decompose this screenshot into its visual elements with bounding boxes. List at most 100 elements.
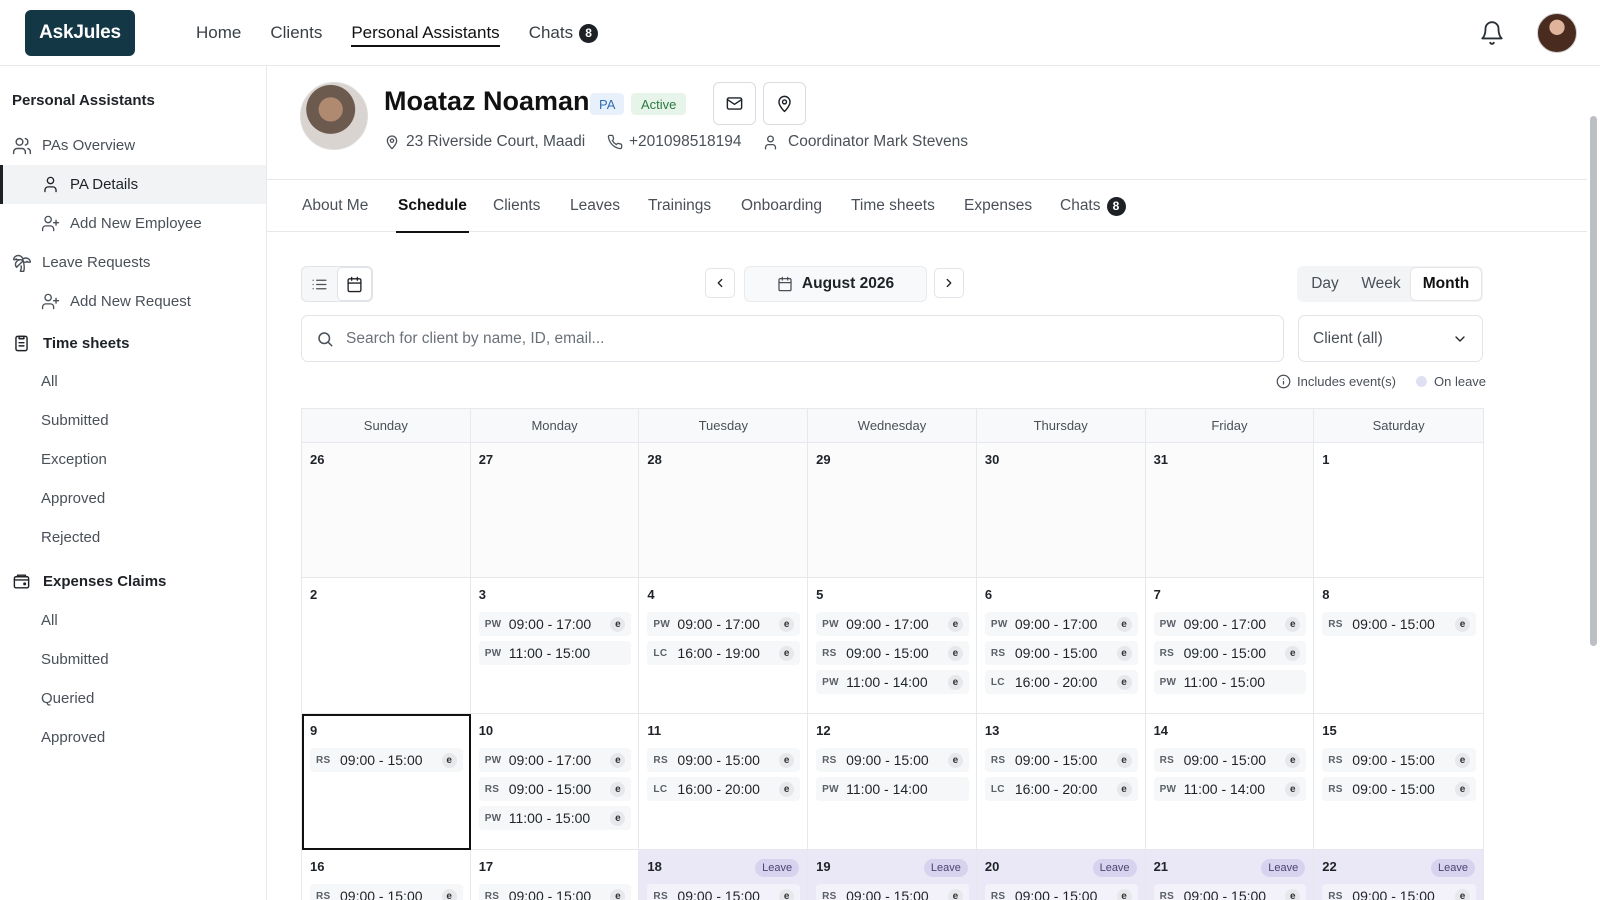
app-logo[interactable]: AskJules [25,10,135,56]
calendar-day[interactable]: 19 Leave RS 09:00 - 15:00 e [808,850,977,900]
tab-chats[interactable]: Chats 8 [1060,180,1126,232]
schedule-event[interactable]: LC 16:00 - 20:00 e [984,777,1138,801]
calendar-view-button[interactable] [337,267,372,301]
schedule-event[interactable]: PW 09:00 - 17:00 e [478,612,632,636]
calendar-day[interactable]: 30 [976,443,1146,578]
sidebar-item-add-new-employee[interactable]: Add New Employee [0,204,266,243]
nav-clients[interactable]: Clients [270,0,322,66]
sidebar-item-timesheets-all[interactable]: All [0,362,266,401]
calendar-day[interactable]: 31 [1145,443,1315,578]
schedule-event[interactable]: LC 16:00 - 20:00 e [984,670,1138,694]
schedule-event[interactable]: RS 09:00 - 15:00 e [1322,748,1476,772]
schedule-event[interactable]: PW 11:00 - 14:00 e [816,670,969,694]
tab-schedule[interactable]: Schedule [396,180,469,233]
tab-trainings[interactable]: Trainings [648,180,711,232]
calendar-day[interactable]: 15 RS 09:00 - 15:00 e RS 09:00 - 15:00 e [1314,714,1483,850]
month-picker[interactable]: August 2026 [744,266,927,302]
sidebar-item-leave-requests[interactable]: Leave Requests [0,243,266,282]
tab-about-me[interactable]: About Me [302,180,368,232]
schedule-event[interactable]: PW 09:00 - 17:00 e [478,748,632,772]
schedule-event[interactable]: LC 16:00 - 19:00 e [647,641,801,665]
email-button[interactable] [713,82,756,125]
sidebar-item-timesheets-approved[interactable]: Approved [0,479,266,518]
tab-leaves[interactable]: Leaves [570,180,620,232]
tab-clients[interactable]: Clients [493,180,540,232]
calendar-day[interactable]: 18 Leave RS 09:00 - 15:00 e [639,850,809,900]
client-filter-select[interactable]: Client (all) [1298,315,1483,362]
schedule-event[interactable]: RS 09:00 - 15:00 e [984,641,1138,665]
schedule-event[interactable]: RS 09:00 - 15:00 e [1322,777,1476,801]
schedule-event[interactable]: RS 09:00 - 15:00 e [310,884,463,900]
schedule-event[interactable]: LC 16:00 - 20:00 e [647,777,801,801]
sidebar-item-pas-overview[interactable]: PAs Overview [0,126,266,165]
schedule-event[interactable]: RS 09:00 - 15:00 e [310,748,463,772]
schedule-event[interactable]: PW 11:00 - 14:00 [816,777,969,801]
schedule-event[interactable]: RS 09:00 - 15:00 e [478,777,632,801]
schedule-event[interactable]: RS 09:00 - 15:00 e [1153,641,1307,665]
range-month-button[interactable]: Month [1411,268,1481,300]
sidebar-section-time-sheets[interactable]: Time sheets [12,334,129,353]
next-month-button[interactable] [934,268,964,298]
schedule-event[interactable]: RS 09:00 - 15:00 e [1322,884,1476,900]
calendar-day[interactable]: 8 RS 09:00 - 15:00 e [1314,578,1483,714]
schedule-event[interactable]: PW 09:00 - 17:00 e [984,612,1138,636]
schedule-event[interactable]: PW 09:00 - 17:00 e [647,612,801,636]
scrollbar[interactable] [1587,66,1600,900]
schedule-event[interactable]: RS 09:00 - 15:00 e [1322,612,1476,636]
schedule-event[interactable]: RS 09:00 - 15:00 e [1153,884,1307,900]
calendar-day[interactable]: 26 [302,443,471,578]
sidebar-item-expenses-approved[interactable]: Approved [0,718,266,757]
range-day-button[interactable]: Day [1299,268,1351,300]
calendar-day[interactable]: 13 RS 09:00 - 15:00 e LC 16:00 - 20:00 e [976,714,1146,850]
sidebar-item-add-new-request[interactable]: Add New Request [0,282,266,321]
range-week-button[interactable]: Week [1351,268,1411,300]
nav-chats[interactable]: Chats 8 [529,0,599,66]
schedule-event[interactable]: PW 11:00 - 15:00 [478,641,632,665]
calendar-day[interactable]: 7 PW 09:00 - 17:00 e RS 09:00 - 15:00 e PW 11:00… [1145,578,1315,714]
calendar-day[interactable]: 10 PW 09:00 - 17:00 e RS 09:00 - 15:00 e PW 11:0… [470,714,640,850]
calendar-day[interactable]: 16 RS 09:00 - 15:00 e [302,850,471,900]
calendar-day[interactable]: 21 Leave RS 09:00 - 15:00 e [1145,850,1315,900]
schedule-event[interactable]: PW 09:00 - 17:00 e [816,612,969,636]
sidebar-section-expenses-claims[interactable]: Expenses Claims [12,572,166,591]
calendar-day[interactable]: 14 RS 09:00 - 15:00 e PW 11:00 - 14:00 e [1145,714,1315,850]
tab-time-sheets[interactable]: Time sheets [851,180,935,232]
schedule-event[interactable]: PW 11:00 - 14:00 e [1153,777,1307,801]
sidebar-item-expenses-all[interactable]: All [0,601,266,640]
calendar-day[interactable]: 17 RS 09:00 - 15:00 e [470,850,640,900]
previous-month-button[interactable] [705,268,735,298]
calendar-day[interactable]: 28 [639,443,809,578]
schedule-event[interactable]: RS 09:00 - 15:00 e [816,641,969,665]
calendar-day[interactable]: 5 PW 09:00 - 17:00 e RS 09:00 - 15:00 e PW 11:00… [808,578,977,714]
schedule-event[interactable]: RS 09:00 - 15:00 e [647,748,801,772]
calendar-day[interactable]: 22 Leave RS 09:00 - 15:00 e [1314,850,1483,900]
sidebar-item-pa-details[interactable]: PA Details [0,165,266,204]
schedule-event[interactable]: RS 09:00 - 15:00 e [816,884,969,900]
user-avatar[interactable] [1537,13,1577,53]
sidebar-item-expenses-submitted[interactable]: Submitted [0,640,266,679]
bell-icon[interactable] [1479,20,1505,46]
nav-personal-assistants[interactable]: Personal Assistants [351,0,501,66]
calendar-day[interactable]: 2 [302,578,471,714]
schedule-event[interactable]: RS 09:00 - 15:00 e [816,748,969,772]
calendar-day[interactable]: 1 [1314,443,1483,578]
schedule-event[interactable]: RS 09:00 - 15:00 e [647,884,801,900]
sidebar-item-timesheets-exception[interactable]: Exception [0,440,266,479]
schedule-event[interactable]: PW 09:00 - 17:00 e [1153,612,1307,636]
search-input[interactable] [346,329,1246,348]
tab-expenses[interactable]: Expenses [964,180,1032,232]
scrollbar-thumb[interactable] [1590,116,1597,646]
tab-onboarding[interactable]: Onboarding [741,180,822,232]
sidebar-item-expenses-queried[interactable]: Queried [0,679,266,718]
sidebar-item-timesheets-submitted[interactable]: Submitted [0,401,266,440]
location-button[interactable] [763,82,806,125]
schedule-event[interactable]: RS 09:00 - 15:00 e [1153,748,1307,772]
schedule-event[interactable]: PW 11:00 - 15:00 [1153,670,1307,694]
schedule-event[interactable]: RS 09:00 - 15:00 e [478,884,632,900]
calendar-day[interactable]: 27 [470,443,640,578]
calendar-day[interactable]: 6 PW 09:00 - 17:00 e RS 09:00 - 15:00 e LC 16:00… [976,578,1146,714]
schedule-event[interactable]: RS 09:00 - 15:00 e [984,884,1138,900]
list-view-button[interactable] [302,267,337,301]
calendar-day[interactable]: 20 Leave RS 09:00 - 15:00 e [976,850,1146,900]
nav-home[interactable]: Home [196,0,241,66]
